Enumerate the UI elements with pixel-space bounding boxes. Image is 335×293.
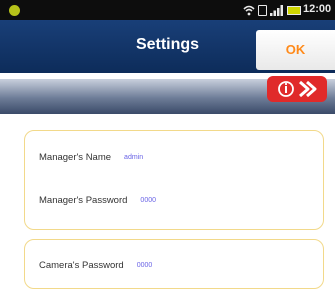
sim-card-icon (258, 4, 267, 16)
info-icon (278, 80, 317, 98)
title-bar: Settings OK (0, 20, 335, 73)
signal-icon (270, 5, 283, 16)
camera-password-value[interactable]: 0000 (137, 262, 153, 269)
status-icons (243, 3, 301, 17)
info-badge[interactable] (267, 76, 327, 102)
app-logo-icon (9, 5, 20, 16)
manager-password-row[interactable]: Manager's Password 0000 (39, 192, 156, 208)
ok-button[interactable]: OK (256, 30, 335, 70)
status-time: 12:00 (303, 3, 332, 15)
manager-name-value[interactable]: admin (124, 154, 143, 161)
manager-password-value[interactable]: 0000 (140, 197, 156, 204)
camera-password-label: Camera's Password (39, 259, 124, 271)
status-bar: 12:00 (0, 0, 335, 20)
manager-name-row[interactable]: Manager's Name admin (39, 149, 143, 165)
manager-settings-card: Manager's Name admin Manager's Password … (24, 130, 324, 230)
battery-icon (287, 5, 301, 15)
camera-settings-card: Camera's Password 0000 (24, 239, 324, 289)
manager-name-label: Manager's Name (39, 151, 112, 163)
wifi-icon (243, 5, 255, 16)
camera-password-row[interactable]: Camera's Password 0000 (39, 257, 152, 273)
manager-password-label: Manager's Password (39, 194, 128, 206)
